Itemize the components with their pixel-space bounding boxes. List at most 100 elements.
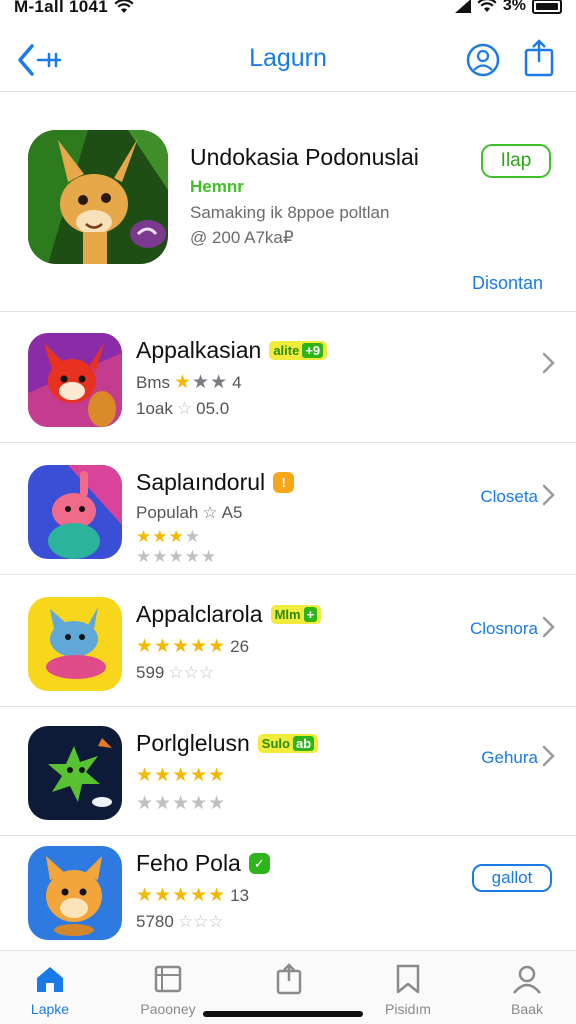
app-icon <box>28 465 122 559</box>
rating-stars: ★★★★★ <box>136 765 227 786</box>
featured-download-link[interactable]: Disontan <box>472 273 543 294</box>
app-rating-line: Bms ★★★ 4 <box>136 371 242 394</box>
app-rating-value: 4 <box>232 372 242 392</box>
app-rating-line: ★★★★★ 13 <box>136 884 249 907</box>
app-stars-block: ★★★★ ★★★★★ <box>136 527 217 567</box>
app-title-row: Appalkasian alite +9 <box>136 337 328 364</box>
app-rating-line: ★★★★★ <box>136 764 226 787</box>
app-rating-line: ★★★★★ 26 <box>136 635 249 658</box>
star-outline-icons: ☆☆☆ <box>177 912 224 931</box>
app-get-button[interactable]: gallot <box>472 864 552 892</box>
tab-book[interactable]: Paooney <box>118 963 218 1017</box>
app-meta-line: 5780 ☆☆☆ <box>136 912 224 932</box>
app-rating-value: 26 <box>230 636 250 656</box>
tab-profile[interactable]: Baak <box>477 963 576 1017</box>
rating-stars: ★★★★ <box>136 527 201 546</box>
star-outline-icons: ☆☆☆ <box>168 663 215 682</box>
signal-icon <box>454 0 471 13</box>
battery-icon <box>532 0 562 14</box>
featured-app-meta: @ 200 A7ka₽ <box>190 228 294 247</box>
app-title-row: Saplaındorul ! <box>136 469 295 496</box>
app-meta-line: ★★★★★ <box>136 792 226 815</box>
app-row[interactable]: Appalclarola Mlm + ★★★★★ 26 599 ☆☆☆ Closn… <box>0 577 576 707</box>
app-row[interactable]: Feho Pola ✓ ★★★★★ 13 5780 ☆☆☆ gallot <box>0 826 576 948</box>
app-action-link[interactable]: Closnora <box>470 619 538 639</box>
app-rating-value: 13 <box>230 885 250 905</box>
app-rating-value: A5 <box>221 503 243 522</box>
profile-icon <box>513 965 541 994</box>
app-title-row: Porlglelusn Sulo ab <box>136 730 319 757</box>
app-title: Appalkasian <box>136 337 262 363</box>
rating-stars-secondary: ★★★★★ <box>136 547 218 566</box>
app-rating-label: Bms <box>136 372 170 392</box>
featured-get-button[interactable]: Ilap <box>481 144 551 178</box>
alert-badge-icon: ! <box>273 472 295 493</box>
app-title-row: Feho Pola ✓ <box>136 850 270 877</box>
battery-percent: 3% <box>502 0 526 14</box>
tab-label: Lapke <box>30 1001 70 1017</box>
rating-stars-secondary: ★★★★★ <box>136 793 227 814</box>
app-title: Saplaındorul <box>136 469 266 495</box>
rating-stars: ★★★★★ <box>136 636 227 657</box>
app-badge: alite +9 <box>269 341 328 360</box>
wifi-icon-right <box>477 0 497 12</box>
app-title: Feho Pola <box>136 850 241 876</box>
star-outline-icon: ☆ <box>202 503 218 522</box>
app-badge-label: alite <box>273 343 300 358</box>
app-rating-line: Populah ☆ A5 <box>136 503 242 523</box>
status-right: 3% <box>454 0 562 15</box>
app-badge: Mlm + <box>270 605 322 624</box>
app-title: Porlglelusn <box>136 730 250 756</box>
nav-bar: Lagurn <box>0 30 576 92</box>
app-meta-label: 599 <box>136 663 165 682</box>
star-outline-icon: ☆ <box>176 399 193 418</box>
app-icon <box>28 333 122 427</box>
app-icon <box>28 597 122 691</box>
tab-share[interactable] <box>239 963 339 1001</box>
app-row[interactable]: Saplaındorul ! Populah ☆ A5 ★★★★ ★★★★★ C… <box>0 445 576 575</box>
app-meta-label: 5780 <box>136 912 174 931</box>
featured-app-card[interactable]: Undokasia Podonuslai Hemnr Samaking ik 8… <box>0 92 576 312</box>
tab-bookmark[interactable]: Pisidım <box>358 963 458 1017</box>
account-icon[interactable] <box>465 42 501 78</box>
app-rating-label: Populah <box>136 503 199 522</box>
chevron-right-icon[interactable] <box>542 481 556 509</box>
book-icon <box>154 965 182 993</box>
app-meta-line: 1oak ☆ 05.0 <box>136 399 229 419</box>
tab-home[interactable]: Lapke <box>0 963 100 1017</box>
chevron-right-icon[interactable] <box>542 349 556 377</box>
share-icon[interactable] <box>522 38 556 78</box>
tab-label: Pisidım <box>385 1001 431 1017</box>
home-indicator[interactable] <box>203 1011 363 1017</box>
app-action-link[interactable]: Gehura <box>481 748 538 768</box>
chevron-right-icon[interactable] <box>542 742 556 770</box>
app-badge-label: Mlm <box>274 607 301 622</box>
app-icon <box>28 726 122 820</box>
rating-stars: ★★★★★ <box>136 885 227 906</box>
status-bar: M-1all 1041 3% <box>0 0 576 18</box>
back-arrow-icon[interactable] <box>16 40 66 80</box>
featured-app-subtitle: Samaking ik 8ppoe poltlan <box>190 203 390 222</box>
app-row[interactable]: Appalkasian alite +9 Bms ★★★ 4 1oak ☆ 05.… <box>0 313 576 443</box>
featured-app-tag: Hemnr <box>190 177 244 196</box>
carrier-time: M-1all 1041 <box>14 0 109 16</box>
app-meta-value: 05.0 <box>196 399 230 418</box>
wifi-icon <box>114 0 134 13</box>
app-meta-label: 1oak <box>136 399 173 418</box>
verified-badge-icon: ✓ <box>248 853 270 874</box>
app-meta-line: 599 ☆☆☆ <box>136 663 214 683</box>
app-badge-plus: +9 <box>302 343 324 358</box>
home-icon <box>37 967 63 992</box>
share-tab-icon <box>276 963 302 995</box>
app-badge-plus: ab <box>292 736 315 751</box>
tab-label: Baak <box>511 1001 543 1017</box>
app-row[interactable]: Porlglelusn Sulo ab ★★★★★ ★★★★★ Gehura <box>0 706 576 836</box>
app-badge-plus: + <box>303 607 318 622</box>
app-badge-label: Sulo <box>261 736 290 751</box>
app-title-row: Appalclarola Mlm + <box>136 601 322 628</box>
chevron-right-icon[interactable] <box>542 613 556 641</box>
app-icon <box>28 846 122 940</box>
app-action-link[interactable]: Closeta <box>480 487 538 507</box>
app-title: Appalclarola <box>136 601 263 627</box>
app-badge: Sulo ab <box>257 734 319 753</box>
